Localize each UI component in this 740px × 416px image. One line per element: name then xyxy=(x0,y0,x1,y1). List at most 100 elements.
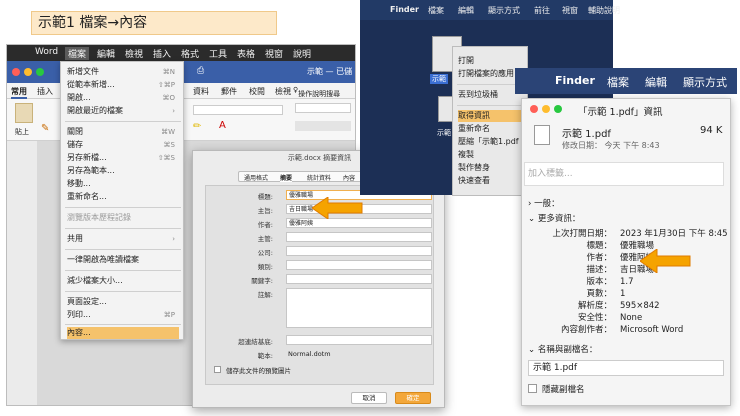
menu-table[interactable]: 表格 xyxy=(237,47,255,60)
tab-review[interactable]: 校閱 xyxy=(249,86,265,97)
menu-item-open[interactable]: 開啟... ⌘O xyxy=(67,92,179,104)
ctx-duplicate[interactable]: 複製 xyxy=(458,149,526,161)
detail-row: 描述： 吉日職場 xyxy=(586,265,655,275)
menu-divider xyxy=(65,324,181,325)
author-field[interactable]: 優雅阿姨 xyxy=(286,218,432,228)
more-info-section[interactable]: ⌄ 更多資訊： xyxy=(528,212,580,224)
menu-item-save-as-template[interactable]: 另存為範本... xyxy=(67,165,179,177)
align-icons[interactable] xyxy=(295,121,351,131)
tab-view[interactable]: 檢視 xyxy=(275,86,291,97)
hyperlink-base-field[interactable] xyxy=(286,335,432,345)
menu-item-close[interactable]: 關閉 ⌘W xyxy=(67,126,179,138)
info-file-size: 94 K xyxy=(700,125,723,136)
detail-row: 上次打開日期： 2023 年1月30日 下午 8:45 xyxy=(552,229,728,239)
menu-edit[interactable]: 編輯 xyxy=(645,74,667,90)
tab-contents[interactable]: 內容 xyxy=(343,173,355,182)
field-label-template: 範本: xyxy=(257,352,273,360)
tab-mailings[interactable]: 郵件 xyxy=(221,86,237,97)
tab-statistics[interactable]: 統計資料 xyxy=(307,173,331,182)
menu-window[interactable]: 視窗 xyxy=(265,47,283,60)
tell-me-search[interactable]: ♀ 操作說明搜尋 xyxy=(293,86,340,98)
menu-item-move[interactable]: 移動... xyxy=(67,178,179,190)
font-name-box[interactable] xyxy=(193,105,283,115)
menu-file[interactable]: 檔案 xyxy=(607,74,629,90)
zoom-button[interactable] xyxy=(36,68,44,76)
menu-tools[interactable]: 工具 xyxy=(209,47,227,60)
menu-item-page-setup[interactable]: 頁面設定... xyxy=(67,296,179,308)
tags-input[interactable]: 加入標籤... xyxy=(524,162,724,186)
menu-item-open-recent[interactable]: 開啟最近的檔案 › xyxy=(67,105,179,117)
tab-home[interactable]: 常用 xyxy=(11,86,27,99)
name-ext-section[interactable]: ⌄ 名稱與副檔名： xyxy=(528,343,597,355)
menu-go[interactable]: 前往 xyxy=(534,5,550,16)
menu-edit[interactable]: 編輯 xyxy=(97,47,115,60)
manager-field[interactable] xyxy=(286,232,432,242)
ctx-get-info[interactable]: 取得資訊 xyxy=(458,110,526,122)
comments-field[interactable] xyxy=(286,288,432,328)
menu-format[interactable]: 格式 xyxy=(181,47,199,60)
menu-item-new-from-template[interactable]: 從範本新增... ⇧⌘P xyxy=(67,79,179,91)
ok-button[interactable]: 確定 xyxy=(395,392,431,404)
menu-help[interactable]: 輔助說明 xyxy=(588,5,620,16)
font-color-icon[interactable]: A xyxy=(219,120,226,131)
minimize-button[interactable] xyxy=(24,68,32,76)
hide-extension-checkbox[interactable] xyxy=(528,384,537,393)
preview-checkbox[interactable] xyxy=(214,366,221,373)
list-icons[interactable] xyxy=(295,103,351,113)
close-button[interactable] xyxy=(530,105,538,113)
tags-placeholder: 加入標籤... xyxy=(528,169,573,179)
menu-divider xyxy=(65,121,181,122)
close-button[interactable] xyxy=(12,68,20,76)
menu-finder[interactable]: Finder xyxy=(390,5,419,14)
tab-general[interactable]: 通用格式 xyxy=(244,173,268,182)
file-menu-dropdown: 新增文件 ⌘N 從範本新增... ⇧⌘P 開啟... ⌘O 開啟最近的檔案 › 關閉 ⌘W… xyxy=(60,61,184,340)
left-margin xyxy=(7,141,37,405)
menu-view[interactable]: 顯示方式 xyxy=(683,74,727,90)
menu-item-share[interactable]: 共用 › xyxy=(67,233,179,245)
ctx-make-alias[interactable]: 製作替身 xyxy=(458,162,526,174)
name-input[interactable]: 示範 1.pdf xyxy=(528,360,724,376)
format-painter-icon[interactable]: ✎ xyxy=(41,123,49,134)
menu-file[interactable]: 檔案 xyxy=(428,5,444,16)
menu-item-version-history: 瀏覽版本歷程記錄 xyxy=(67,213,131,222)
menu-help[interactable]: 說明 xyxy=(293,47,311,60)
menu-item-new[interactable]: 新增文件 ⌘N xyxy=(67,66,179,78)
tab-data[interactable]: 資料 xyxy=(193,86,209,97)
menu-word[interactable]: Word xyxy=(35,47,58,57)
menu-item-rename[interactable]: 重新命名... xyxy=(67,191,179,203)
print-icon[interactable]: ⎙ xyxy=(197,66,204,76)
menu-item-save-as[interactable]: 另存新檔... ⇧⌘S xyxy=(67,152,179,164)
field-label-title: 標題: xyxy=(257,193,273,201)
ctx-quick-look[interactable]: 快速查看 xyxy=(458,175,526,187)
info-window: 「示範 1.pdf」資訊 示範 1.pdf 94 K 修改日期： 今天 下午 8… xyxy=(521,98,731,406)
menu-item-save[interactable]: 儲存 ⌘S xyxy=(67,139,179,151)
menu-finder[interactable]: Finder xyxy=(555,74,595,87)
keywords-field[interactable] xyxy=(286,274,432,284)
general-section[interactable]: › 一般： xyxy=(528,197,560,209)
pointer-arrow-icon xyxy=(640,249,691,273)
tab-insert[interactable]: 插入 xyxy=(37,86,53,97)
menu-item-properties[interactable]: 內容... xyxy=(67,327,179,339)
menu-divider xyxy=(65,249,181,250)
menu-item-print[interactable]: 列印... ⌘P xyxy=(67,309,179,321)
ctx-open[interactable]: 打開 xyxy=(458,55,526,67)
menu-file[interactable]: 檔案 xyxy=(65,47,90,60)
company-field[interactable] xyxy=(286,246,432,256)
tab-summary[interactable]: 摘要 xyxy=(280,173,293,182)
menu-item-reduce-size[interactable]: 減少檔案大小... xyxy=(67,275,179,287)
ctx-compress[interactable]: 壓縮「示範1.pdf xyxy=(458,136,526,148)
field-label-manager: 主管: xyxy=(257,235,273,243)
category-field[interactable] xyxy=(286,260,432,270)
menu-item-always-read-only[interactable]: 一律開啟為唯讀檔案 xyxy=(67,254,179,266)
menu-edit[interactable]: 編輯 xyxy=(458,5,474,16)
paste-icon[interactable] xyxy=(15,103,33,123)
menu-window[interactable]: 視窗 xyxy=(562,5,578,16)
minimize-button[interactable] xyxy=(542,105,550,113)
menu-insert[interactable]: 插入 xyxy=(153,47,171,60)
menu-view[interactable]: 檢視 xyxy=(125,47,143,60)
zoom-button[interactable] xyxy=(554,105,562,113)
ctx-rename[interactable]: 重新命名 xyxy=(458,123,526,135)
highlight-icon[interactable]: ✏ xyxy=(193,121,201,132)
cancel-button[interactable]: 取消 xyxy=(351,392,387,404)
menu-view[interactable]: 顯示方式 xyxy=(488,5,520,16)
